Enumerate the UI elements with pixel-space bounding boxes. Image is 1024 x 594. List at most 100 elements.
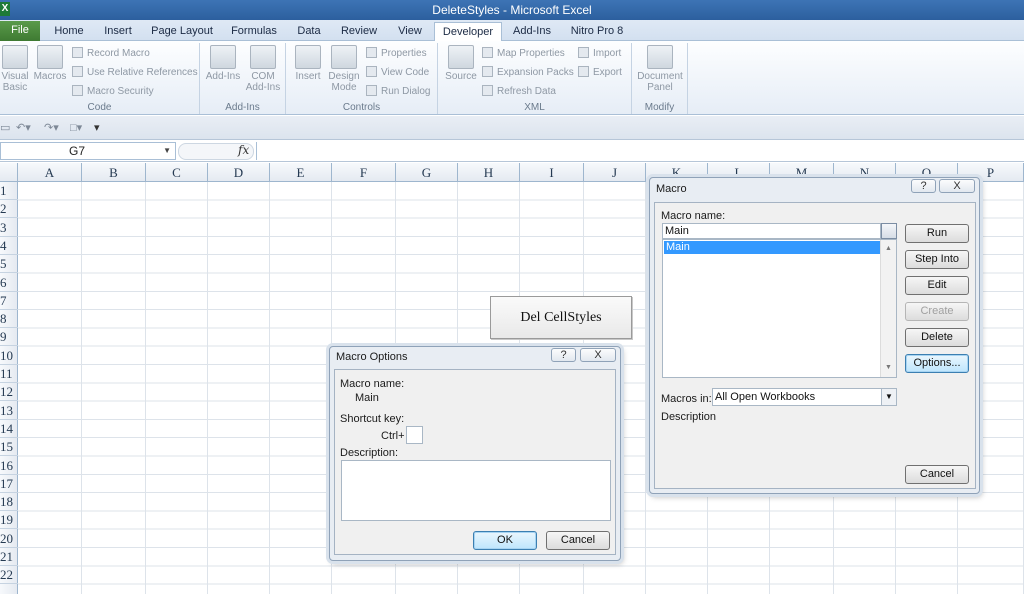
column-header[interactable]: A xyxy=(18,163,82,182)
select-all-corner[interactable] xyxy=(0,163,18,182)
collapse-dialog-icon[interactable] xyxy=(881,223,897,239)
tab-developer[interactable]: Developer xyxy=(434,22,502,42)
run-button[interactable]: Run xyxy=(905,224,969,243)
redo-icon[interactable]: ↷▾ xyxy=(44,121,59,134)
row-header[interactable]: 19 xyxy=(0,511,18,530)
name-box[interactable]: G7 ▼ xyxy=(0,142,176,160)
row-header[interactable]: 2 xyxy=(0,200,18,219)
save-icon[interactable]: ▭ xyxy=(0,121,10,134)
description-textarea[interactable] xyxy=(341,460,611,521)
row-header[interactable]: 3 xyxy=(0,219,18,237)
close-icon[interactable]: X xyxy=(939,179,975,193)
tab-file[interactable]: File xyxy=(0,21,40,41)
help-icon[interactable]: ? xyxy=(911,179,936,193)
row-header[interactable]: 16 xyxy=(0,457,18,475)
macro-name-input[interactable]: Main xyxy=(662,223,881,239)
delete-button[interactable]: Delete xyxy=(905,328,969,347)
options-button[interactable]: Options... xyxy=(905,354,969,373)
edit-button[interactable]: Edit xyxy=(905,276,969,295)
list-scrollbar[interactable]: ▲ ▼ xyxy=(880,240,896,377)
chevron-down-icon[interactable]: ▼ xyxy=(163,143,171,159)
column-header[interactable]: J xyxy=(584,163,646,182)
com-add-ins-button[interactable]: COM Add-Ins xyxy=(244,45,282,93)
tab-review[interactable]: Review xyxy=(336,22,382,41)
refresh-data-button[interactable]: Refresh Data xyxy=(482,84,556,100)
column-header[interactable]: I xyxy=(520,163,584,182)
cancel-button[interactable]: Cancel xyxy=(905,465,969,484)
map-properties-button[interactable]: Map Properties xyxy=(482,46,565,62)
visual-basic-label-2: Basic xyxy=(2,82,28,93)
scroll-down-icon[interactable]: ▼ xyxy=(885,361,892,375)
row-header[interactable]: 22 xyxy=(0,566,18,585)
row-header[interactable]: 15 xyxy=(0,438,18,457)
expansion-packs-button[interactable]: Expansion Packs xyxy=(482,65,574,81)
properties-button[interactable]: Properties xyxy=(366,46,427,62)
undo-icon[interactable]: ↶▾ xyxy=(16,121,31,134)
list-item[interactable]: Main xyxy=(664,241,881,254)
cancel-button[interactable]: Cancel xyxy=(546,531,610,550)
shortcut-key-input[interactable] xyxy=(406,426,423,444)
tab-page-layout[interactable]: Page Layout xyxy=(148,22,216,41)
row-header[interactable]: 5 xyxy=(0,255,18,274)
row-header[interactable]: 10 xyxy=(0,347,18,365)
help-icon[interactable]: ? xyxy=(551,348,576,362)
design-mode-button[interactable]: Design Mode xyxy=(326,45,362,93)
row-header[interactable]: 9 xyxy=(0,328,18,347)
row-header[interactable]: 6 xyxy=(0,274,18,292)
tab-nitro-pro[interactable]: Nitro Pro 8 xyxy=(566,22,628,41)
row-header[interactable]: 20 xyxy=(0,530,18,548)
document-panel-button[interactable]: Document Panel xyxy=(634,45,686,93)
print-preview-icon[interactable]: □▾ xyxy=(70,121,82,134)
visual-basic-button[interactable]: Visual Basic xyxy=(0,45,30,93)
chevron-down-icon[interactable]: ▼ xyxy=(881,389,896,405)
description-label: Description xyxy=(661,411,717,423)
tab-insert[interactable]: Insert xyxy=(98,22,138,41)
column-header[interactable]: E xyxy=(270,163,332,182)
tab-view[interactable]: View xyxy=(392,22,428,41)
macro-security-button[interactable]: Macro Security xyxy=(72,84,154,100)
row-header[interactable]: 18 xyxy=(0,493,18,512)
column-header[interactable]: C xyxy=(146,163,208,182)
column-header[interactable]: B xyxy=(82,163,146,182)
record-macro-button[interactable]: Record Macro xyxy=(72,46,150,62)
macros-button[interactable]: Macros xyxy=(33,45,67,82)
macro-list[interactable]: Main ▲ ▼ xyxy=(662,239,897,378)
row-header[interactable]: 7 xyxy=(0,292,18,310)
scroll-up-icon[interactable]: ▲ xyxy=(885,242,892,256)
row-header[interactable]: 17 xyxy=(0,475,18,493)
row-header[interactable]: 11 xyxy=(0,365,18,383)
column-header[interactable]: D xyxy=(208,163,270,182)
source-button[interactable]: Source xyxy=(442,45,480,82)
macros-in-select[interactable]: All Open Workbooks ▼ xyxy=(712,388,897,406)
use-relative-references-button[interactable]: Use Relative References xyxy=(72,65,198,81)
ok-button[interactable]: OK xyxy=(473,531,537,550)
row-header[interactable]: 4 xyxy=(0,237,18,255)
column-header[interactable]: G xyxy=(396,163,458,182)
row-header[interactable]: 21 xyxy=(0,548,18,566)
export-button[interactable]: Export xyxy=(578,65,622,81)
column-header[interactable]: F xyxy=(332,163,396,182)
view-code-label: View Code xyxy=(381,67,430,78)
run-dialog-button[interactable]: Run Dialog xyxy=(366,84,430,100)
close-icon[interactable]: X xyxy=(580,348,616,362)
step-into-button[interactable]: Step Into xyxy=(905,250,969,269)
tab-data[interactable]: Data xyxy=(292,22,326,41)
row-header[interactable]: 8 xyxy=(0,310,18,329)
tab-home[interactable]: Home xyxy=(48,22,90,41)
column-header[interactable]: H xyxy=(458,163,520,182)
customize-toolbar-icon[interactable]: ▾ xyxy=(94,121,100,134)
row-header[interactable]: 1 xyxy=(0,182,18,200)
import-button[interactable]: Import xyxy=(578,46,621,62)
del-cellstyles-button[interactable]: Del CellStyles xyxy=(490,296,632,339)
tab-add-ins[interactable]: Add-Ins xyxy=(508,22,556,41)
add-ins-button[interactable]: Add-Ins xyxy=(204,45,242,82)
insert-control-button[interactable]: Insert xyxy=(290,45,326,82)
insert-function-icon[interactable]: fx xyxy=(238,143,249,157)
tab-formulas[interactable]: Formulas xyxy=(226,22,282,41)
row-header[interactable]: 14 xyxy=(0,420,18,438)
create-button[interactable]: Create xyxy=(905,302,969,321)
formula-input[interactable] xyxy=(256,142,1024,160)
view-code-button[interactable]: View Code xyxy=(366,65,429,81)
row-header[interactable]: 13 xyxy=(0,402,18,420)
row-header[interactable]: 12 xyxy=(0,383,18,402)
